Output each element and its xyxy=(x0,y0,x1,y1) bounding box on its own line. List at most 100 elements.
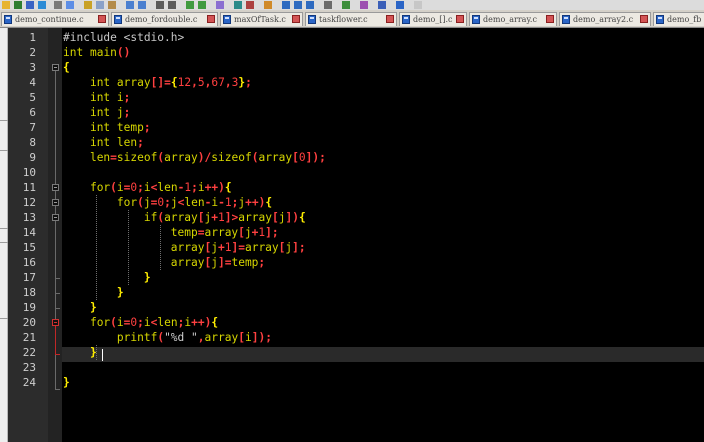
run-icon[interactable] xyxy=(324,1,332,9)
tab-maxoftask[interactable]: maxOfTask.c xyxy=(220,12,303,26)
save-icon[interactable] xyxy=(26,1,34,9)
panel-divider xyxy=(0,150,8,151)
fold-marker-icon[interactable] xyxy=(52,214,59,221)
line-number: 8 xyxy=(29,136,36,149)
code-line-18[interactable]: } xyxy=(63,285,124,300)
line-number: 21 xyxy=(22,331,36,344)
word-wrap-icon[interactable] xyxy=(234,1,242,9)
panel-divider xyxy=(0,120,8,121)
cut-icon[interactable] xyxy=(84,1,92,9)
show-symbols-icon[interactable] xyxy=(246,1,254,9)
plugin-icon[interactable] xyxy=(342,1,350,9)
function-list-icon[interactable] xyxy=(396,1,404,9)
close-tab-icon[interactable] xyxy=(456,15,464,23)
close-tab-icon[interactable] xyxy=(386,15,394,23)
fold-end-marker-active xyxy=(55,354,60,355)
save-all-icon[interactable] xyxy=(38,1,46,9)
redo-icon[interactable] xyxy=(138,1,146,9)
line-number: 16 xyxy=(22,256,36,269)
code-line-2[interactable]: int main() xyxy=(63,45,130,60)
record-macro-icon[interactable] xyxy=(282,1,290,9)
paste-icon[interactable] xyxy=(108,1,116,9)
code-line-5[interactable]: int i; xyxy=(63,90,130,105)
sync-scroll-icon[interactable] xyxy=(216,1,224,9)
open-folder-icon[interactable] xyxy=(2,1,10,9)
tab-demo-brackets[interactable]: demo_[].c xyxy=(399,12,467,26)
copy-icon[interactable] xyxy=(96,1,104,9)
folder-workspace-icon[interactable] xyxy=(414,1,422,9)
find-icon[interactable] xyxy=(156,1,164,9)
fold-marker-icon[interactable] xyxy=(52,64,59,71)
panel-divider xyxy=(0,318,8,319)
code-line-13[interactable]: if(array[j+1]>array[j]){ xyxy=(63,210,306,225)
undo-icon[interactable] xyxy=(126,1,134,9)
code-line-16[interactable]: array[j]=temp; xyxy=(63,255,265,270)
close-tab-icon[interactable] xyxy=(207,15,215,23)
tab-demo-array[interactable]: demo_array.c xyxy=(469,12,557,26)
close-tab-icon[interactable] xyxy=(640,15,648,23)
close-tab-icon[interactable] xyxy=(292,15,300,23)
code-line-4[interactable]: int array[]={12,5,67,3}; xyxy=(63,75,252,90)
code-line-21[interactable]: printf("%d ",array[i]); xyxy=(63,330,272,345)
code-editor[interactable]: 1 2 3 4 5 6 7 8 9 10 11 12 13 14 15 16 1… xyxy=(8,28,704,442)
file-tab-icon xyxy=(656,15,664,24)
code-line-20[interactable]: for(i=0;i<len;i++){ xyxy=(63,315,218,330)
code-line-24[interactable]: } xyxy=(63,375,70,390)
line-number: 19 xyxy=(22,301,36,314)
line-number: 3 xyxy=(29,61,36,74)
code-line-19[interactable]: } xyxy=(63,300,97,315)
close-tab-icon[interactable] xyxy=(546,15,554,23)
tab-label: demo_array.c xyxy=(483,15,537,24)
code-line-1[interactable]: #include <stdio.h> xyxy=(63,30,184,45)
code-line-15[interactable]: array[j+1]=array[j]; xyxy=(63,240,306,255)
zoom-in-icon[interactable] xyxy=(186,1,194,9)
tab-demo-fb[interactable]: demo_fb xyxy=(653,12,704,26)
tab-demo-array2[interactable]: demo_array2.c xyxy=(559,12,651,26)
file-tab-icon xyxy=(4,15,12,24)
replace-icon[interactable] xyxy=(168,1,176,9)
close-icon[interactable] xyxy=(54,1,62,9)
code-line-6[interactable]: int j; xyxy=(63,105,130,120)
fold-end-marker xyxy=(55,278,60,279)
fold-marker-icon[interactable] xyxy=(52,184,59,191)
line-number: 22 xyxy=(22,346,36,359)
code-line-8[interactable]: int len; xyxy=(63,135,144,150)
side-panel[interactable] xyxy=(0,28,8,442)
toolbar xyxy=(0,0,704,10)
line-number: 11 xyxy=(22,181,36,194)
code-line-12[interactable]: for(j=0;j<len-i-1;j++){ xyxy=(63,195,272,210)
panel-divider xyxy=(0,228,8,229)
tab-label: maxOfTask.c xyxy=(234,15,286,24)
document-map-icon[interactable] xyxy=(378,1,386,9)
line-number: 12 xyxy=(22,196,36,209)
zoom-out-icon[interactable] xyxy=(198,1,206,9)
fold-guide-line-active xyxy=(55,326,56,354)
tab-demo-fordouble[interactable]: demo_fordouble.c xyxy=(111,12,218,26)
current-line-highlight xyxy=(62,347,704,362)
close-tab-icon[interactable] xyxy=(98,15,106,23)
code-line-17[interactable]: } xyxy=(63,270,151,285)
line-number: 20 xyxy=(22,316,36,329)
fold-end-marker xyxy=(55,389,60,390)
print-icon[interactable] xyxy=(66,1,74,9)
tab-taskflower[interactable]: taskflower.c xyxy=(305,12,397,26)
code-line-14[interactable]: temp=array[j+1]; xyxy=(63,225,279,240)
code-line-11[interactable]: for(i=0;i<len-1;i++){ xyxy=(63,180,232,195)
fold-marker-icon[interactable] xyxy=(52,319,59,326)
file-tab-icon xyxy=(562,15,570,24)
code-line-22[interactable]: } xyxy=(63,345,97,360)
line-number: 7 xyxy=(29,121,36,134)
play-macro-icon[interactable] xyxy=(306,1,314,9)
line-number: 5 xyxy=(29,91,36,104)
line-number: 24 xyxy=(22,376,36,389)
new-file-icon[interactable] xyxy=(14,1,22,9)
fold-end-marker xyxy=(55,308,60,309)
code-line-3[interactable]: { xyxy=(63,60,70,75)
indent-guide-icon[interactable] xyxy=(264,1,272,9)
fold-marker-icon[interactable] xyxy=(52,199,59,206)
code-line-7[interactable]: int temp; xyxy=(63,120,151,135)
code-line-9[interactable]: len=sizeof(array)/sizeof(array[0]); xyxy=(63,150,326,165)
tab-demo-continue[interactable]: demo_continue.c xyxy=(1,12,109,26)
stop-macro-icon[interactable] xyxy=(294,1,302,9)
settings-icon[interactable] xyxy=(360,1,368,9)
